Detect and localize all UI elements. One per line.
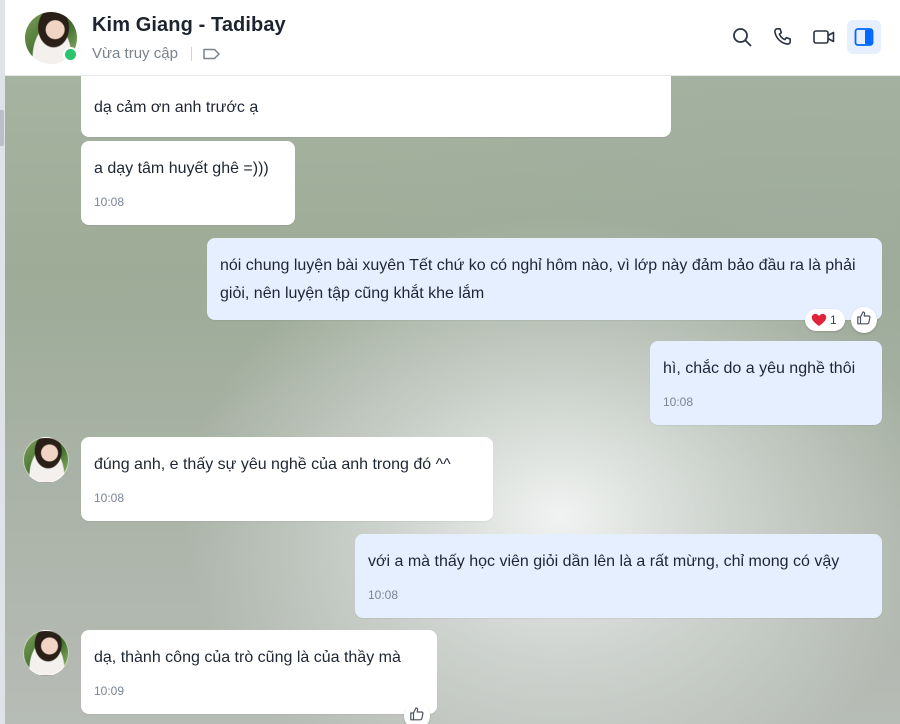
message-text: dạ cảm ơn anh trước ạ [94,99,259,116]
reaction-summary[interactable]: 1 [805,309,845,331]
contact-name[interactable]: Kim Giang - Tadibay [92,14,286,37]
message-text: đúng anh, e thấy sự yêu nghề của anh tro… [94,456,451,473]
scroll-handle[interactable] [0,110,4,146]
sender-avatar[interactable] [23,437,69,483]
sidebar-toggle-icon [853,26,875,48]
video-call-button[interactable] [807,20,841,54]
contact-avatar[interactable] [25,12,78,64]
message-time: 10:08 [94,195,125,209]
search-icon [731,26,753,48]
message-list[interactable]: dạ cảm ơn anh trước ạ a dạy tâm huyết gh… [5,76,900,724]
chat-window: Kim Giang - Tadibay Vừa truy cập dạ cảm … [0,0,900,724]
label-tag-icon[interactable] [202,46,222,62]
message-time: 10:09 [94,684,125,698]
thumbs-up-icon [409,706,425,724]
reaction-count: 1 [830,313,837,327]
message-time: 10:08 [663,395,694,409]
conversation-info-toggle[interactable] [847,20,881,54]
video-call-icon [812,26,836,48]
message-text: nói chung luyện bài xuyên Tết chứ ko có … [220,257,860,302]
online-status-dot [63,47,78,62]
message-time: 10:08 [94,491,125,505]
message-text: a dạy tâm huyết ghê =))) [94,160,269,177]
sender-avatar[interactable] [23,630,69,676]
message-bubble-incoming[interactable]: đúng anh, e thấy sự yêu nghề của anh tro… [81,437,493,521]
message-bubble-incoming[interactable]: a dạy tâm huyết ghê =))) 10:08 [81,141,295,225]
message-bubble-outgoing[interactable]: với a mà thấy học viên giỏi dần lên là a… [355,534,882,618]
heart-icon [811,313,827,327]
message-bubble-incoming[interactable]: dạ, thành công của trò cũng là của thầy … [81,630,437,714]
message-bubble-incoming[interactable]: dạ cảm ơn anh trước ạ [81,76,671,137]
message-bubble-outgoing[interactable]: nói chung luyện bài xuyên Tết chứ ko có … [207,238,882,320]
message-time: 10:08 [368,588,399,602]
react-button[interactable] [404,703,430,724]
message-text: hì, chắc do a yêu nghề thôi [663,360,856,377]
contact-status: Vừa truy cập [92,45,178,62]
message-bubble-outgoing[interactable]: hì, chắc do a yêu nghề thôi 10:08 [650,341,882,425]
chat-header: Kim Giang - Tadibay Vừa truy cập [5,0,900,76]
voice-call-button[interactable] [766,20,800,54]
status-divider [191,47,192,61]
search-button[interactable] [725,20,759,54]
react-button[interactable] [851,307,877,333]
phone-icon [772,26,794,48]
message-text: dạ, thành công của trò cũng là của thầy … [94,649,401,666]
message-text: với a mà thấy học viên giỏi dần lên là a… [368,553,840,570]
thumbs-up-icon [856,310,872,331]
